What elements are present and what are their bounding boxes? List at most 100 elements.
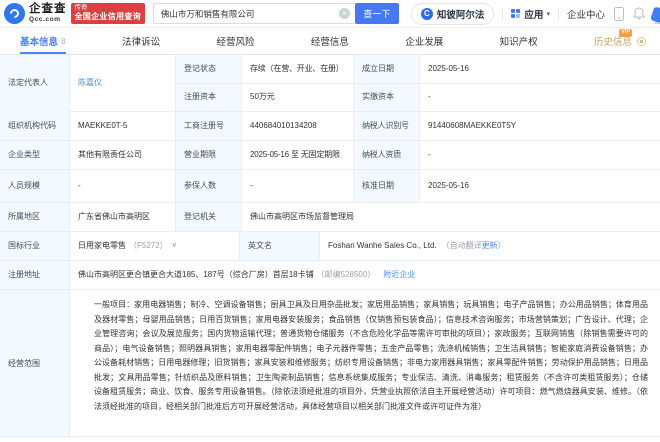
info-label: 所属地区 (0, 203, 70, 231)
info-label: 参保人数 (176, 170, 242, 202)
info-label: 营业期限 (176, 141, 242, 169)
info-value: 广东省佛山市高明区 (70, 203, 176, 231)
search-input[interactable] (152, 3, 355, 24)
info-value: 50万元 (242, 83, 354, 111)
tab-label: 法律诉讼 (122, 37, 161, 48)
info-value: - (428, 92, 431, 102)
info-label: 核准日期 (354, 170, 420, 202)
info-label: 实缴资本 (354, 83, 420, 111)
brand-slogan-badge: 传奇 全国企业信用查询 (70, 2, 145, 25)
clear-icon[interactable]: × (338, 8, 350, 19)
table-row: 经营范围 一般项目：家用电器销售；制冷、空调设备销售；厨具卫具及日用杂品批发；家… (0, 290, 660, 437)
search-bar: × 查一下 (152, 3, 399, 24)
info-label: 人员规模 (0, 170, 70, 202)
qcc-logo-icon[interactable] (4, 3, 25, 24)
alpha-label: 知彼阿尔法 (436, 9, 485, 21)
apps-menu-button[interactable]: 应用 ▾ (511, 7, 550, 21)
side-widget-icon[interactable] (650, 6, 660, 24)
info-value: MAEKKE0T-5 (70, 112, 176, 140)
nearby-companies-link[interactable]: 附近企业 (383, 270, 415, 280)
info-value: 2025-05-16 (428, 63, 469, 73)
brand-name: 企查查 (29, 3, 67, 15)
info-value: - (428, 149, 431, 159)
top-header: 企查查 Qcc.com 传奇 全国企业信用查询 × 查一下 C 知彼阿尔法 应用… (0, 0, 660, 28)
logo-ring-glyph (8, 7, 21, 20)
legal-rep-link[interactable]: 陈嘉仪 (78, 78, 102, 88)
brand-block[interactable]: 企查查 Qcc.com (29, 3, 67, 23)
tab-operation-risk[interactable]: 经营风险 (216, 28, 254, 54)
zip-code: （邮编528500） (316, 269, 376, 279)
enterprise-center-link[interactable]: 企业中心 (567, 7, 605, 21)
alpha-icon: C (420, 7, 433, 20)
table-row: 组织机构代码 MAEKKE0T-5 工商注册号 440684010134208 … (0, 112, 660, 141)
table-row: 法定代表人 陈嘉仪 登记状态 存续（在营、开业、在册） 成立日期 2025-05… (0, 55, 660, 112)
tab-count: 8 (61, 36, 66, 46)
table-row: 国标行业 日用家电零售 （F5272） ∨ 英文名 Foshan Wanhe S… (0, 232, 660, 261)
tab-label: 经营信息 (310, 37, 349, 48)
zhibi-alpha-button[interactable]: C 知彼阿尔法 (410, 2, 495, 25)
info-value: 佛山市高明区市场监督管理局 (250, 211, 354, 221)
tab-intellectual-property[interactable]: 知识产权 (500, 28, 538, 54)
business-scope-text: 一般项目：家用电器销售；制冷、空调设备销售；厨具卫具及日用杂品批发；家居用品销售… (94, 300, 648, 411)
translate-note-close: ） (497, 240, 506, 250)
info-value: 佛山市高明区更合镇更合大道185、187号（综合厂房）首层18卡铺 （邮编528… (70, 261, 660, 289)
info-label: 登记机关 (176, 203, 242, 231)
table-row: 人员规模 - 参保人数 - 核准日期 2025-05-16 (0, 170, 660, 203)
vip-badge: VIP (619, 29, 632, 37)
tab-label: 基本信息 (20, 37, 59, 48)
basic-info-table: 法定代表人 陈嘉仪 登记状态 存续（在营、开业、在册） 成立日期 2025-05… (0, 55, 660, 437)
info-label: 国标行业 (0, 232, 70, 260)
table-row: 所属地区 广东省佛山市高明区 登记机关 佛山市高明区市场监督管理局 (0, 203, 660, 232)
section-tabbar: 基本信息 8 法律诉讼 经营风险 经营信息 企业发展 知识产权 历史信息 VIP (0, 28, 660, 55)
info-label: 纳税人识别号 (354, 112, 420, 140)
info-label: 成立日期 (354, 55, 420, 83)
brand-domain: Qcc.com (29, 15, 61, 23)
table-row: 注册地址 佛山市高明区更合镇更合大道185、187号（综合厂房）首层18卡铺 （… (0, 261, 660, 290)
chevron-down-icon[interactable]: ∨ (172, 241, 177, 250)
info-value: Foshan Wanhe Sales Co., Ltd. （自动翻译 更新 ） (320, 232, 660, 260)
info-label: 法定代表人 (0, 55, 70, 112)
info-label: 登记状态 (176, 55, 242, 83)
brand-ribbon: 传奇 (74, 3, 88, 11)
info-value: 存续（在营、开业、在册） (242, 55, 354, 83)
info-value: 2025-05-16 (428, 180, 469, 190)
info-value: 2025-05-16 至 无固定期限 (242, 141, 354, 169)
tab-label: 知识产权 (499, 37, 538, 48)
info-value: 91440608MAEKKE0T5Y (428, 120, 517, 130)
apps-label: 应用 (524, 9, 544, 21)
brand-slogan: 全国企业信用查询 (74, 12, 141, 22)
tab-label: 企业发展 (405, 37, 444, 48)
tab-label: 经营风险 (216, 37, 255, 48)
info-label: 注册资本 (176, 83, 242, 111)
apps-grid-icon (511, 8, 521, 19)
notification-bell-icon[interactable] (633, 7, 645, 20)
translate-update-link[interactable]: 更新 (482, 241, 498, 251)
info-value: 440684010134208 (242, 112, 354, 140)
info-label: 经营范围 (0, 290, 70, 436)
info-value: 一般项目：家用电器销售；制冷、空调设备销售；厨具卫具及日用杂品批发；家居用品销售… (70, 290, 660, 436)
industry-value: 日用家电零售 (78, 240, 126, 250)
divider (502, 7, 504, 20)
translate-note: （自动翻译 (441, 240, 482, 250)
table-row: 企业类型 其他有限责任公司 营业期限 2025-05-16 至 无固定期限 纳税… (0, 141, 660, 170)
info-label: 工商注册号 (176, 112, 242, 140)
tab-basic-info[interactable]: 基本信息 8 (20, 28, 66, 54)
tab-legal-litigation[interactable]: 法律诉讼 (122, 28, 160, 54)
info-value: - (70, 170, 176, 202)
info-value: 陈嘉仪 (70, 55, 176, 112)
info-label: 注册地址 (0, 261, 70, 289)
info-label: 企业类型 (0, 141, 70, 169)
tab-company-development[interactable]: 企业发展 (405, 28, 443, 54)
info-label: 组织机构代码 (0, 112, 70, 140)
info-label: 英文名 (240, 232, 320, 260)
info-label: 纳税人资质 (354, 141, 420, 169)
mobile-app-icon[interactable] (613, 6, 624, 21)
tab-history-info[interactable]: 历史信息 VIP (594, 28, 646, 54)
search-button[interactable]: 查一下 (354, 3, 399, 24)
tab-operation-info[interactable]: 经营信息 (311, 28, 349, 54)
english-name: Foshan Wanhe Sales Co., Ltd. (328, 240, 437, 250)
registered-address: 佛山市高明区更合镇更合大道185、187号（综合厂房）首层18卡铺 (78, 269, 314, 279)
lock-icon (637, 36, 646, 46)
info-value: 日用家电零售 （F5272） ∨ (70, 232, 240, 260)
industry-code: （F5272） (129, 240, 168, 250)
